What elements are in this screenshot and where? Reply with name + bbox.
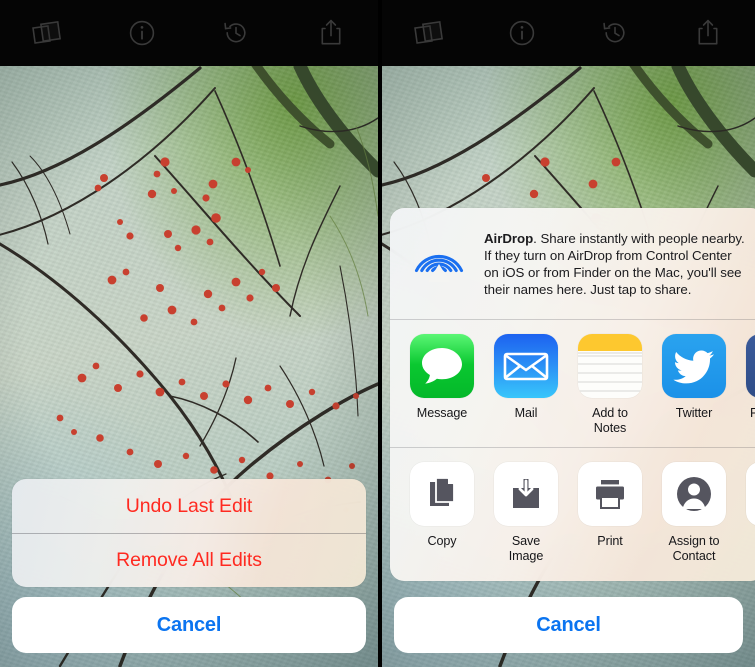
share-app-mail[interactable]: Mail [494,334,558,421]
top-toolbar-left [0,0,378,66]
share-app-label: F [746,406,755,421]
save-image-icon [513,479,539,508]
airdrop-description: AirDrop. Share instantly with people nea… [484,228,751,298]
share-app-facebook[interactable]: F [746,334,755,421]
share-icon [318,18,344,48]
revert-button-right[interactable] [569,0,662,66]
info-icon [128,19,156,47]
share-action-print[interactable]: Print [578,462,642,549]
share-action-save-image[interactable]: Save Image [494,462,558,563]
photos-stack-icon [32,19,62,47]
airdrop-title: AirDrop [484,231,534,246]
airdrop-icon [412,230,466,284]
share-action-label: Copy [427,534,457,548]
share-action-more[interactable] [746,462,755,534]
contact-icon [677,477,711,511]
history-revert-icon [222,19,250,47]
revert-button[interactable] [189,0,284,66]
info-button[interactable] [95,0,190,66]
airdrop-section[interactable]: AirDrop. Share instantly with people nea… [390,208,755,320]
share-action-assign-contact[interactable]: Assign to Contact [662,462,726,563]
share-app-label: Message [416,406,468,420]
more-action-tile [746,462,755,526]
screenshot-stage: Undo Last Edit Remove All Edits Cancel A… [0,0,755,667]
twitter-app-icon [662,334,726,398]
notes-app-icon [578,334,642,398]
share-app-notes[interactable]: Add to Notes [578,334,642,435]
left-phone-panel: Undo Last Edit Remove All Edits Cancel [0,0,378,667]
copy-tile [410,462,474,526]
share-sheet: AirDrop. Share instantly with people nea… [390,208,755,581]
cancel-button-left[interactable]: Cancel [12,597,366,653]
mail-app-icon [494,334,558,398]
copy-icon [430,477,455,506]
share-icon [695,18,721,48]
share-button-right[interactable] [662,0,755,66]
share-app-label: Add to Notes [592,406,628,435]
share-button[interactable] [284,0,379,66]
photos-stack-button[interactable] [0,0,95,66]
contact-tile [662,462,726,526]
right-phone-panel: AirDrop. Share instantly with people nea… [382,0,755,667]
share-app-twitter[interactable]: Twitter [662,334,726,421]
print-tile [578,462,642,526]
share-action-label: Save Image [508,534,544,563]
photos-stack-button-right[interactable] [382,0,475,66]
info-icon [508,19,536,47]
share-app-label: Twitter [675,406,713,420]
share-app-message[interactable]: Message [410,334,474,421]
share-actions-row: Copy Save Image Print Assign to Contact [390,448,755,581]
edit-action-sheet: Undo Last Edit Remove All Edits [12,479,366,587]
share-action-label: Print [597,534,623,548]
info-button-right[interactable] [475,0,568,66]
photos-stack-icon [413,19,444,47]
history-revert-icon [601,19,629,47]
share-action-copy[interactable]: Copy [410,462,474,549]
print-icon [596,480,624,509]
messages-app-icon [410,334,474,398]
undo-last-edit-option[interactable]: Undo Last Edit [12,479,366,533]
top-toolbar-right [382,0,755,66]
facebook-app-icon [746,334,755,398]
remove-all-edits-option[interactable]: Remove All Edits [12,533,366,587]
share-apps-row: Message Mail Add to Notes Twitter [390,320,755,448]
cancel-button-right[interactable]: Cancel [394,597,743,653]
share-app-label: Mail [514,406,538,420]
save-image-tile [494,462,558,526]
share-action-label: Assign to Contact [668,534,720,563]
